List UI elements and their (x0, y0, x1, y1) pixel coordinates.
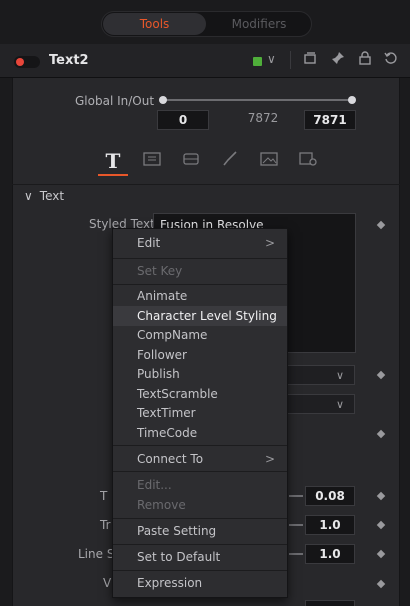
chevron-down-icon: ∨ (336, 398, 345, 411)
tab-tools[interactable]: Tools (103, 13, 206, 35)
row2-slider[interactable] (289, 524, 303, 526)
pin-window-icon[interactable] (303, 51, 317, 69)
menu-item-label: Connect To (137, 452, 204, 466)
menu-item-set-to-default[interactable]: Set to Default (113, 547, 287, 567)
menu-item-connect-to[interactable]: Connect To > (113, 449, 287, 469)
section-title: Text (39, 189, 65, 203)
top-bar: Tools Modifiers (0, 0, 410, 44)
range-start-handle[interactable] (159, 96, 167, 104)
inspector-icon-tabs: T (12, 142, 400, 182)
enable-dot-icon (16, 58, 24, 66)
style-dropdown[interactable]: ∨ (285, 394, 355, 414)
menu-separator (113, 258, 287, 259)
submenu-arrow-icon: > (264, 236, 275, 250)
shading-tab-icon[interactable] (215, 150, 245, 174)
chevron-down-icon: ∨ (24, 189, 33, 203)
divider (12, 184, 400, 185)
row3-value-field[interactable]: 1.0 (305, 544, 355, 564)
active-tab-indicator (98, 174, 128, 176)
menu-separator (113, 471, 287, 472)
image-tab-icon[interactable] (254, 150, 284, 174)
menu-item-expression[interactable]: Expression (113, 573, 287, 593)
chevron-down-icon[interactable]: ∨ (267, 52, 276, 66)
text-tab-icon[interactable]: T (98, 150, 128, 174)
menu-item-compname[interactable]: CompName (113, 325, 287, 345)
header-divider (290, 51, 291, 69)
section-text-header[interactable]: ∨ Text (24, 189, 64, 203)
lock-icon[interactable] (358, 51, 372, 69)
transform-tab-icon[interactable] (176, 150, 206, 174)
global-out-field[interactable]: 7871 (304, 110, 356, 130)
pin-icon[interactable] (331, 51, 345, 69)
menu-item-paste-setting[interactable]: Paste Setting (113, 521, 287, 541)
menu-item-animate[interactable]: Animate (113, 286, 287, 306)
row1-label: T (100, 489, 108, 503)
row1-value-field[interactable]: 0.08 (305, 486, 355, 506)
menu-separator (113, 518, 287, 519)
font-dropdown[interactable]: ∨ (285, 365, 355, 385)
node-enable-toggle[interactable] (14, 56, 40, 68)
menu-item-edit[interactable]: Edit > (113, 233, 287, 253)
row3-slider[interactable] (289, 553, 303, 555)
menu-item-set-key[interactable]: Set Key (113, 261, 287, 281)
row2-label: Tr (100, 518, 111, 532)
menu-item-remove[interactable]: Remove (113, 495, 287, 515)
menu-separator (113, 284, 287, 285)
global-duration-value: 7872 (247, 111, 279, 125)
menu-item-texttimer[interactable]: TextTimer (113, 403, 287, 423)
menu-item-publish[interactable]: Publish (113, 364, 287, 384)
submenu-arrow-icon: > (264, 452, 275, 466)
row4-value-field[interactable] (305, 600, 355, 606)
menu-item-label: Edit (137, 236, 161, 250)
range-end-handle[interactable] (348, 96, 356, 104)
settings-tab-icon[interactable] (293, 150, 323, 174)
menu-separator (113, 544, 287, 545)
context-menu: Edit > Set Key Animate Character Level S… (112, 228, 288, 598)
layout-tab-icon[interactable] (137, 150, 167, 174)
tab-group: Tools Modifiers (101, 11, 312, 37)
menu-separator (113, 570, 287, 571)
menu-item-follower[interactable]: Follower (113, 345, 287, 365)
chevron-down-icon: ∨ (336, 369, 345, 382)
row2-value-field[interactable]: 1.0 (305, 515, 355, 535)
menu-item-timecode[interactable]: TimeCode (113, 423, 287, 443)
menu-item-character-level-styling[interactable]: Character Level Styling (113, 306, 287, 326)
menu-item-textscramble[interactable]: TextScramble (113, 384, 287, 404)
node-color-swatch[interactable] (253, 57, 262, 66)
global-inout-range-slider[interactable] (163, 99, 353, 101)
row1-slider[interactable] (289, 495, 303, 497)
menu-separator (113, 445, 287, 446)
row3-label: Line S (78, 547, 115, 561)
tab-modifiers[interactable]: Modifiers (208, 13, 310, 35)
reset-icon[interactable] (384, 51, 398, 69)
global-inout-label: Global In/Out (75, 94, 155, 108)
node-name[interactable]: Text2 (49, 53, 89, 68)
menu-item-edit-ellipsis[interactable]: Edit... (113, 475, 287, 495)
node-header: Text2 ∨ (0, 44, 410, 78)
global-in-field[interactable]: 0 (157, 110, 209, 130)
row4-label: V (103, 576, 112, 590)
